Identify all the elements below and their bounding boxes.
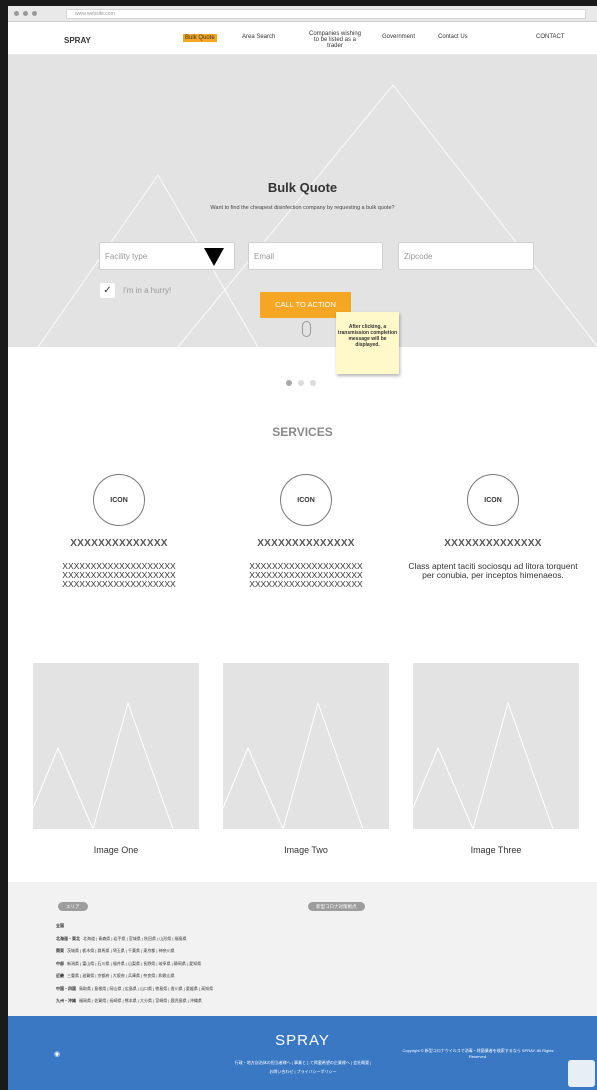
- dropdown-arrow-icon[interactable]: [204, 248, 224, 266]
- image-caption: Image Two: [284, 845, 328, 855]
- carousel-dot-2[interactable]: [298, 380, 304, 386]
- hero-section: Bulk Quote Want to find the cheapest dis…: [8, 55, 597, 347]
- area-row: 中部 新潟県 | 富山県 | 石川県 | 福井県 | 山梨県 | 長野県 | 岐阜…: [56, 958, 213, 971]
- area-row: 関東 茨城県 | 栃木県 | 群馬県 | 埼玉県 | 千葉県 | 東京都 | 神奈…: [56, 945, 213, 958]
- service-heading: XXXXXXXXXXXXXX: [70, 538, 168, 549]
- service-heading: XXXXXXXXXXXXXX: [444, 538, 542, 549]
- service-card: ICON XXXXXXXXXXXXXX XXXXXXXXXXXXXXXXXXXX…: [29, 474, 209, 589]
- area-prefectures[interactable]: 茨城県 | 栃木県 | 群馬県 | 埼玉県 | 千葉県 | 東京都 | 神奈川県: [67, 948, 175, 953]
- area-region: 関東: [56, 948, 64, 953]
- site-header: SPRAY Bulk Quote Area Search Companies w…: [8, 22, 597, 55]
- area-prefectures[interactable]: 北海道 | 青森県 | 岩手県 | 宮城県 | 秋田県 | 山形県 | 福島県: [83, 936, 187, 941]
- service-card: ICON XXXXXXXXXXXXXX XXXXXXXXXXXXXXXXXXXX…: [216, 474, 396, 589]
- area-region: 中部: [56, 960, 64, 966]
- service-icon: ICON: [93, 474, 145, 526]
- area-prefectures[interactable]: 三重県 | 滋賀県 | 京都府 | 大阪府 | 兵庫県 | 奈良県 | 和歌山県: [67, 973, 175, 978]
- hero-title: Bulk Quote: [267, 180, 338, 195]
- footer-links: 行政・地方自治体の担当者様へ | 事業として掲載希望の企業様へ | 会社概要 |…: [208, 1058, 398, 1076]
- carousel-dot-1[interactable]: [286, 380, 292, 386]
- footer-links-line[interactable]: 行政・地方自治体の担当者様へ | 事業として掲載希望の企業様へ | 会社概要 |: [208, 1058, 398, 1067]
- minimize-window-icon[interactable]: [23, 11, 28, 16]
- hurry-checkbox[interactable]: ✓: [100, 283, 115, 298]
- window-controls: [14, 11, 37, 16]
- footer-logo[interactable]: SPRAY: [8, 1032, 597, 1049]
- area-region: 中国・四国: [56, 985, 76, 991]
- zipcode-field[interactable]: Zipcode: [398, 242, 534, 270]
- area-prefectures[interactable]: 新潟県 | 富山県 | 石川県 | 福井県 | 山梨県 | 長野県 | 岐阜県 …: [67, 961, 201, 966]
- area-region: 九州・沖縄: [56, 998, 76, 1003]
- service-icon: ICON: [467, 474, 519, 526]
- footer-links-line[interactable]: お問い合わせ | プライバシーポリシー: [208, 1067, 398, 1076]
- nav-government[interactable]: Government: [382, 34, 415, 40]
- facility-type-select[interactable]: Facility type: [99, 242, 235, 270]
- nav-area-search[interactable]: Area Search: [242, 34, 275, 40]
- area-prefectures[interactable]: 鳥取県 | 島根県 | 岡山県 | 広島県 | 山口県 | 徳島県 | 香川県 …: [79, 986, 213, 991]
- copyright: Copyright © 新型コロナウイルスで消毒・除菌業者を検索するなら SPR…: [402, 1048, 554, 1059]
- carousel-pager: [286, 380, 316, 386]
- maximize-window-icon[interactable]: [32, 11, 37, 16]
- services-title: SERVICES: [272, 425, 333, 439]
- nav-contact[interactable]: CONTACT: [536, 34, 565, 40]
- image-caption: Image One: [93, 845, 139, 855]
- page: SPRAY Bulk Quote Area Search Companies w…: [8, 22, 597, 1090]
- area-rows: 全国 北海道・東北 北海道 | 青森県 | 岩手県 | 宮城県 | 秋田県 | 山…: [56, 920, 213, 1008]
- image-placeholder: [33, 663, 199, 829]
- rss-icon[interactable]: ◉: [54, 1050, 60, 1058]
- area-row: 北海道・東北 北海道 | 青森県 | 岩手県 | 宮城県 | 秋田県 | 山形県 …: [56, 933, 213, 946]
- site-logo[interactable]: SPRAY: [64, 36, 91, 45]
- covid-base-pill: 新型コロナ対策拠点: [308, 902, 365, 911]
- checkmark-icon: ✓: [103, 285, 112, 296]
- hero-subtitle: Want to find the cheapest disinfection c…: [210, 205, 395, 211]
- image-placeholder: [223, 663, 389, 829]
- service-body: Class aptent taciti sociosqu ad litora t…: [408, 561, 578, 580]
- service-icon: ICON: [280, 474, 332, 526]
- nav-bulk-quote[interactable]: Bulk Quote: [183, 34, 217, 42]
- browser-chrome: www.website.com: [8, 6, 597, 22]
- service-card: ICON XXXXXXXXXXXXXX Class aptent taciti …: [403, 474, 583, 580]
- nav-contact-us[interactable]: Contact Us: [438, 34, 468, 40]
- carousel-dot-3[interactable]: [310, 380, 316, 386]
- area-region: 北海道・東北: [56, 935, 80, 941]
- service-body: XXXXXXXXXXXXXXXXXXXX XXXXXXXXXXXXXXXXXXX…: [62, 561, 176, 589]
- area-list-section: エリア 新型コロナ対策拠点 全国 北海道・東北 北海道 | 青森県 | 岩手県 |…: [8, 882, 597, 1016]
- hurry-label: I'm in a hurry!: [123, 286, 172, 295]
- image-placeholder: [413, 663, 579, 829]
- site-footer: ◉ SPRAY 行政・地方自治体の担当者様へ | 事業として掲載希望の企業様へ …: [8, 1016, 597, 1090]
- area-region: 近畿: [56, 973, 64, 978]
- nav-companies-listing[interactable]: Companies wishing to be listed as a trad…: [308, 31, 362, 49]
- address-bar[interactable]: www.website.com: [66, 9, 586, 19]
- close-window-icon[interactable]: [14, 11, 19, 16]
- area-prefectures[interactable]: 福岡県 | 佐賀県 | 長崎県 | 熊本県 | 大分県 | 宮崎県 | 鹿児島県…: [79, 998, 202, 1003]
- facility-type-placeholder: Facility type: [105, 252, 148, 261]
- recaptcha-badge-icon: [568, 1060, 595, 1087]
- sticky-note: After clicking, a transmission completio…: [336, 312, 399, 374]
- area-row: 中国・四国 鳥取県 | 島根県 | 岡山県 | 広島県 | 山口県 | 徳島県 |…: [56, 983, 213, 996]
- service-heading: XXXXXXXXXXXXXX: [257, 538, 355, 549]
- area-pill: エリア: [58, 902, 88, 911]
- service-body: XXXXXXXXXXXXXXXXXXXX XXXXXXXXXXXXXXXXXXX…: [249, 561, 363, 589]
- image-caption: Image Three: [470, 845, 522, 855]
- area-region[interactable]: 全国: [56, 923, 64, 928]
- area-row: 九州・沖縄 福岡県 | 佐賀県 | 長崎県 | 熊本県 | 大分県 | 宮崎県 |…: [56, 995, 213, 1008]
- area-row: 全国: [56, 920, 213, 933]
- area-row: 近畿 三重県 | 滋賀県 | 京都府 | 大阪府 | 兵庫県 | 奈良県 | 和歌…: [56, 970, 213, 983]
- scroll-mouse-icon: [302, 321, 311, 337]
- email-field[interactable]: Email: [248, 242, 383, 270]
